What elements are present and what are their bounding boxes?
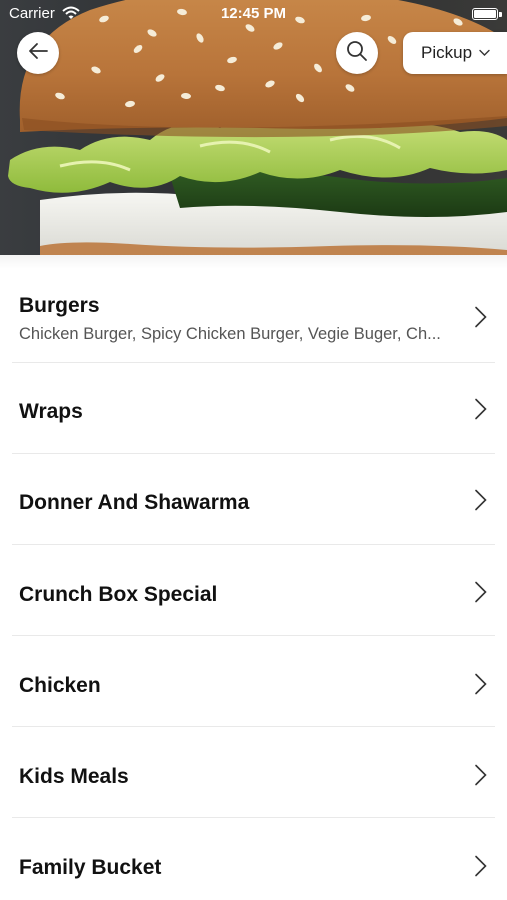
category-item-family-bucket[interactable]: Family Bucket	[0, 818, 507, 900]
category-title: Chicken	[19, 674, 101, 697]
chevron-right-icon	[474, 764, 488, 791]
category-title: Donner And Shawarma	[19, 491, 250, 514]
category-item-burgers[interactable]: Burgers Chicken Burger, Spicy Chicken Bu…	[0, 272, 507, 363]
battery-icon	[472, 8, 498, 20]
order-mode-label: Pickup	[421, 43, 473, 62]
category-title: Wraps	[19, 400, 83, 423]
chevron-right-icon	[474, 855, 488, 882]
category-title: Crunch Box Special	[19, 583, 218, 606]
category-title: Kids Meals	[19, 765, 129, 788]
chevron-right-icon	[474, 673, 488, 700]
menu-screen: Carrier 12:45 PM Pickup Burgers Chicken …	[0, 0, 507, 900]
chevron-down-icon	[479, 49, 490, 57]
arrow-left-icon	[27, 40, 49, 67]
battery-tip	[499, 12, 502, 17]
category-item-wraps[interactable]: Wraps	[0, 363, 507, 454]
category-list: Burgers Chicken Burger, Spicy Chicken Bu…	[0, 255, 507, 900]
category-subtitle: Chicken Burger, Spicy Chicken Burger, Ve…	[19, 325, 441, 343]
category-title: Burgers	[19, 294, 100, 317]
chevron-right-icon	[474, 398, 488, 425]
category-item-donner-and-shawarma[interactable]: Donner And Shawarma	[0, 454, 507, 545]
chevron-right-icon	[474, 581, 488, 608]
search-button[interactable]	[336, 32, 378, 74]
category-item-kids-meals[interactable]: Kids Meals	[0, 727, 507, 818]
order-mode-dropdown[interactable]: Pickup	[403, 32, 507, 74]
category-item-chicken[interactable]: Chicken	[0, 636, 507, 727]
clock: 12:45 PM	[220, 5, 287, 22]
search-icon	[346, 40, 368, 67]
back-button[interactable]	[17, 32, 59, 74]
category-item-crunch-box-special[interactable]: Crunch Box Special	[0, 545, 507, 636]
chevron-right-icon	[474, 489, 488, 516]
category-title: Family Bucket	[19, 856, 162, 879]
chevron-right-icon	[474, 306, 488, 333]
list-top-shadow	[0, 255, 507, 269]
status-bar: Carrier 12:45 PM	[0, 0, 507, 28]
